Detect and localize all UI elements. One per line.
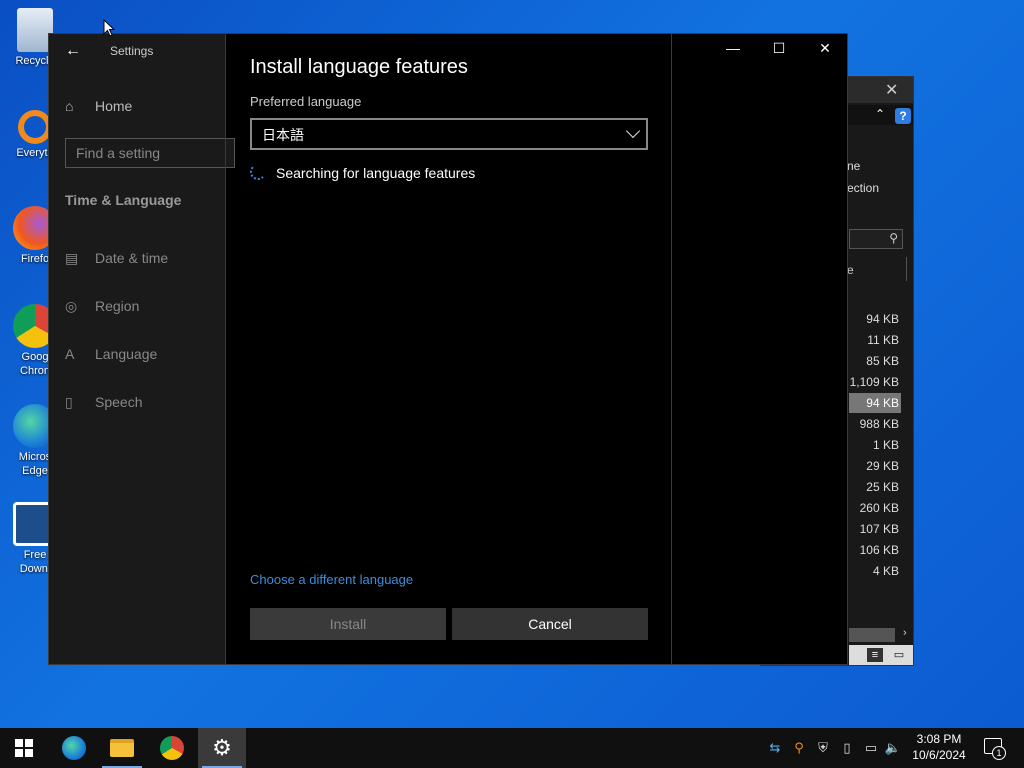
chrome-icon [160,736,184,760]
large-icons-view-icon[interactable]: ▭ [891,648,907,662]
gear-icon: ⚙ [212,735,232,760]
nav-language[interactable]: A Language [65,342,157,366]
explorer-search-box[interactable]: ⚲ [849,229,903,249]
settings-window[interactable]: ← Settings ⌂ Home Find a setting Time & … [48,33,848,665]
everything-tray-icon[interactable]: ⚲ [790,740,808,756]
windows-logo-icon [15,739,33,757]
security-shield-icon[interactable]: ⛨ [814,740,832,756]
selected-language: 日本語 [262,128,304,144]
home-icon: ⌂ [65,98,74,114]
start-button[interactable] [0,728,48,768]
details-view-icon[interactable]: ≡ [867,648,883,662]
usb-device-icon[interactable]: ▯ [838,740,856,756]
nav-label: Region [95,298,140,314]
taskbar-file-explorer[interactable] [98,728,146,768]
find-setting-input[interactable]: Find a setting [65,138,235,168]
everything-search-icon [18,110,52,144]
clock-time: 3:08 PM [916,732,962,746]
status-text: Searching for language features [276,165,476,181]
install-language-dialog: Install language features Preferred lang… [225,34,671,664]
nav-home-label: Home [95,98,133,114]
install-button[interactable]: Install [250,608,446,640]
ribbon-text[interactable]: ection [847,181,879,195]
search-icon: ⚲ [889,231,898,245]
nav-label: Language [95,346,158,362]
settings-sidebar: ← Settings ⌂ Home Find a setting Time & … [49,34,235,664]
chevron-up-icon[interactable]: ⌃ [875,107,885,121]
maximize-icon[interactable]: ☐ [769,40,789,57]
calendar-clock-icon: ▤ [65,249,79,266]
download-manager-tray-icon[interactable]: ⇆ [766,740,784,756]
scroll-right-icon[interactable]: › [903,627,907,639]
settings-content-area [671,34,849,664]
taskbar-edge[interactable] [50,728,98,768]
nav-speech[interactable]: ▯ Speech [65,390,142,414]
file-size-cell[interactable]: 94 KB [849,393,901,413]
mouse-cursor-icon [103,19,116,37]
language-icon: A [65,346,75,362]
column-divider[interactable] [906,257,907,281]
preferred-language-label: Preferred language [250,94,362,109]
microphone-icon: ▯ [65,393,73,410]
nav-region[interactable]: ◎ Region [65,294,139,318]
back-arrow-icon[interactable]: ← [65,42,81,60]
help-icon[interactable]: ? [895,108,911,124]
dialog-title: Install language features [250,56,468,78]
system-clock[interactable]: 3:08 PM 10/6/2024 [904,731,974,763]
choose-different-language-link[interactable]: Choose a different language [250,572,413,587]
network-icon[interactable]: ▭ [862,740,880,756]
section-title: Time & Language [65,192,182,208]
taskbar: ⚙ ⇆ ⚲ ⛨ ▯ ▭ 🔈 3:08 PM 10/6/2024 1 [0,728,1024,768]
nav-label: Speech [95,394,143,410]
nav-date-time[interactable]: ▤ Date & time [65,246,168,270]
close-icon[interactable]: ✕ [815,40,835,57]
ribbon-text[interactable]: ne [847,159,860,173]
taskbar-settings[interactable]: ⚙ [198,728,246,768]
volume-icon[interactable]: 🔈 [884,740,902,756]
cancel-button[interactable]: Cancel [452,608,648,640]
minimize-icon[interactable]: — [723,40,743,56]
taskbar-chrome[interactable] [148,728,196,768]
language-dropdown[interactable]: 日本語 [250,118,648,150]
notification-count-badge: 1 [992,746,1006,760]
folder-icon [110,739,134,757]
app-title: Settings [110,44,154,58]
horizontal-scrollbar-thumb[interactable] [849,628,895,642]
chevron-down-icon [625,123,641,139]
edge-icon [62,736,86,760]
loading-spinner-icon [250,164,266,180]
globe-icon: ◎ [65,297,78,314]
nav-home[interactable]: ⌂ Home [65,94,132,118]
clock-date: 10/6/2024 [912,748,966,762]
nav-label: Date & time [95,250,169,266]
explorer-close-icon[interactable]: ✕ [885,80,898,100]
